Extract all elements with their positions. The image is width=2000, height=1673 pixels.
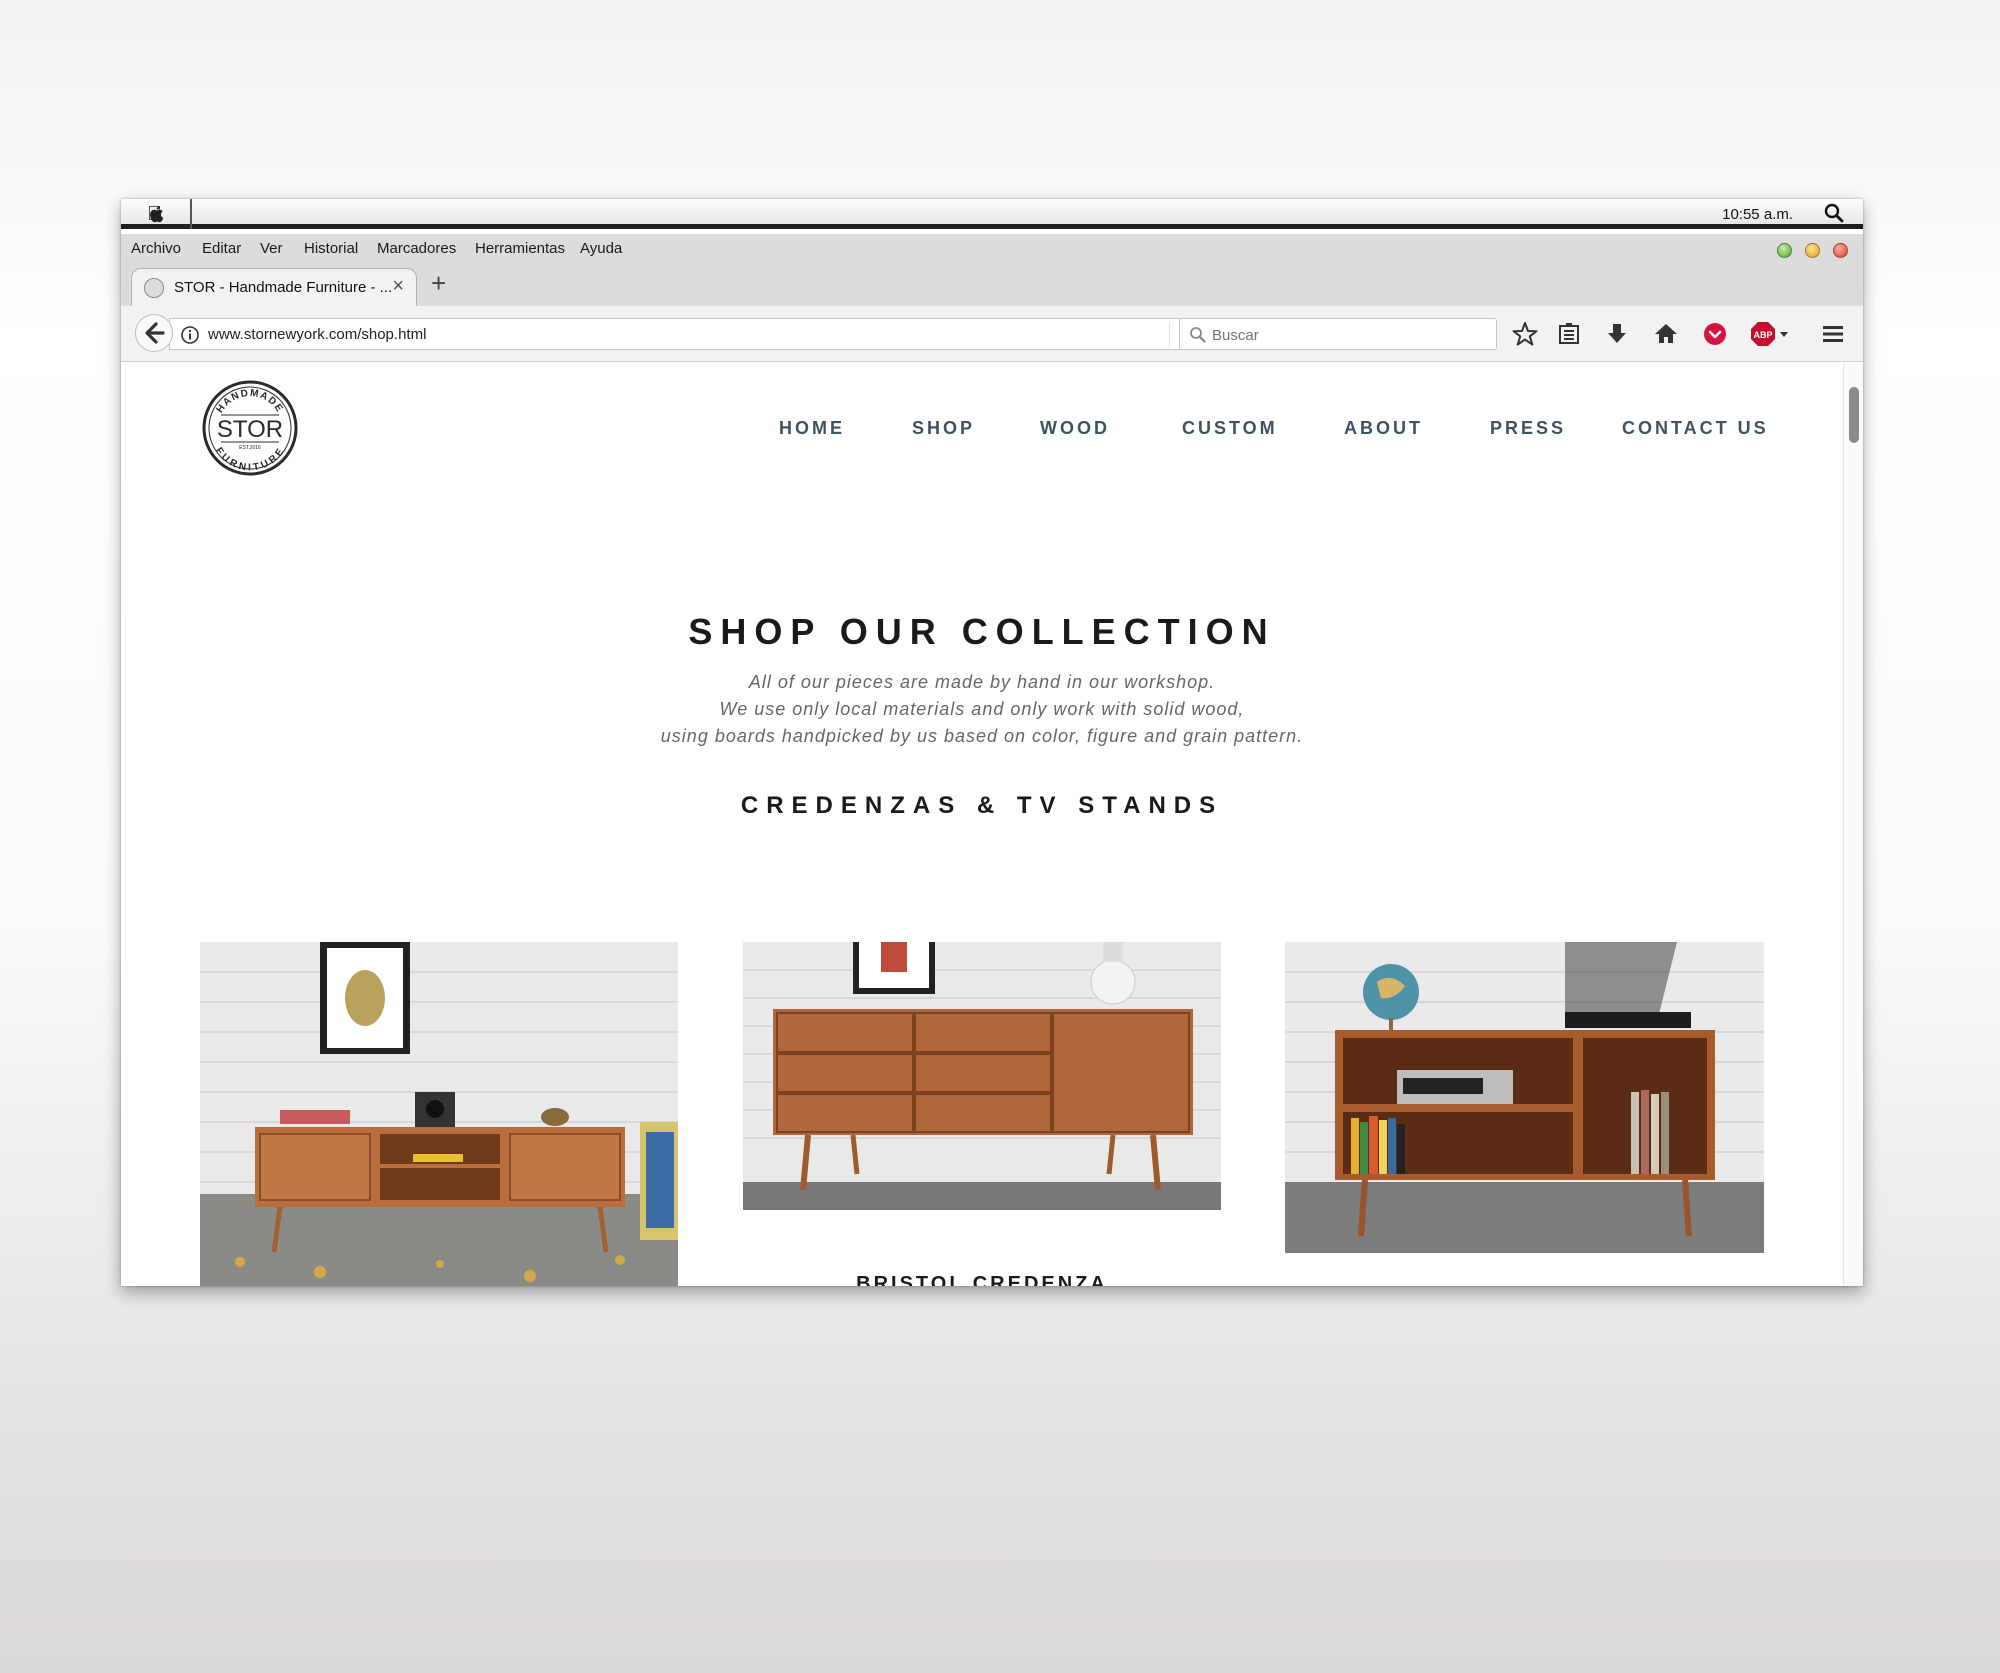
- search-icon: [1190, 327, 1206, 343]
- logo-est: EST.2016: [239, 445, 261, 451]
- page-title: SHOP OUR COLLECTION: [688, 611, 1276, 652]
- menu-herramientas[interactable]: Herramientas: [475, 240, 565, 257]
- app-menubar: Archivo Editar Ver Historial Marcadores …: [121, 234, 1863, 264]
- navigation-toolbar: www.stornewyork.com/shop.html Buscar ABP: [121, 306, 1863, 362]
- nav-about[interactable]: ABOUT: [1344, 418, 1423, 439]
- menu-marcadores[interactable]: Marcadores: [377, 240, 456, 257]
- product-name[interactable]: BRISTOL CREDENZA: [121, 1273, 1843, 1286]
- nav-contact-us[interactable]: CONTACT US: [1622, 418, 1769, 439]
- bristol-credenza-photo: [743, 942, 1221, 1210]
- tab-strip: STOR - Handmade Furniture - ... × +: [121, 264, 1863, 306]
- tagline-line-1: All of our pieces are made by hand in ou…: [748, 672, 1216, 692]
- menu-editar[interactable]: Editar: [202, 240, 241, 257]
- nav-press[interactable]: PRESS: [1490, 418, 1566, 439]
- section-title: CREDENZAS & TV STANDS: [740, 792, 1224, 819]
- tagline-line-2: We use only local materials and only wor…: [719, 699, 1245, 719]
- browser-window:  10:55 a.m. Archivo Editar Ver Historia…: [121, 199, 1863, 1286]
- home-icon[interactable]: [1652, 320, 1680, 348]
- search-bar[interactable]: [1179, 318, 1497, 350]
- page-scrollbar[interactable]: [1843, 363, 1863, 1286]
- url-divider: [1169, 323, 1170, 347]
- product-image-tv-stand[interactable]: [200, 942, 678, 1286]
- tab-active[interactable]: STOR - Handmade Furniture - ... ×: [131, 268, 417, 306]
- hamburger-menu-icon[interactable]: [1819, 320, 1847, 348]
- nav-wood[interactable]: WOOD: [1040, 418, 1110, 439]
- os-menubar:  10:55 a.m.: [121, 199, 1863, 229]
- stor-logo[interactable]: HANDMADE FURNITURE STOR EST.2016: [201, 379, 299, 477]
- nav-shop[interactable]: SHOP: [912, 418, 975, 439]
- clock: 10:55 a.m.: [1722, 206, 1793, 223]
- reading-list-icon[interactable]: [1555, 320, 1583, 348]
- pocket-icon[interactable]: [1701, 320, 1729, 348]
- url-bar[interactable]: www.stornewyork.com/shop.html: [169, 318, 1211, 350]
- nav-home[interactable]: HOME: [779, 418, 845, 439]
- tab-title: STOR - Handmade Furniture - ...: [174, 279, 393, 296]
- product-image-bristol-credenza[interactable]: [743, 942, 1221, 1210]
- adblock-plus-icon[interactable]: ABP: [1749, 320, 1791, 348]
- apple-logo-icon: [150, 206, 164, 223]
- tagline-line-3: using boards handpicked by us based on c…: [660, 726, 1304, 746]
- site-info-icon[interactable]: [180, 325, 200, 345]
- download-icon[interactable]: [1603, 320, 1631, 348]
- logo-name: STOR: [217, 416, 283, 443]
- nav-custom[interactable]: CUSTOM: [1182, 418, 1278, 439]
- spotlight-search-icon[interactable]: [1823, 202, 1845, 224]
- menu-historial[interactable]: Historial: [304, 240, 358, 257]
- search-input[interactable]: [1212, 323, 1482, 347]
- bookmark-star-icon[interactable]: [1511, 320, 1539, 348]
- web-page: HANDMADE FURNITURE STOR EST.2016 HOME SH…: [121, 363, 1843, 1286]
- scrollbar-thumb[interactable]: [1849, 387, 1859, 443]
- product-image-record-console[interactable]: [1285, 942, 1764, 1253]
- favicon-icon: [144, 278, 164, 298]
- url-text: www.stornewyork.com/shop.html: [208, 326, 427, 343]
- menu-ayuda[interactable]: Ayuda: [580, 240, 622, 257]
- close-window-button[interactable]: [1833, 243, 1848, 258]
- tv-stand-photo: [200, 942, 678, 1286]
- close-tab-icon[interactable]: ×: [392, 275, 404, 298]
- maximize-button[interactable]: [1777, 243, 1792, 258]
- back-arrow-icon: [145, 322, 165, 344]
- minimize-button[interactable]: [1805, 243, 1820, 258]
- menu-ver[interactable]: Ver: [260, 240, 283, 257]
- record-console-photo: [1285, 942, 1764, 1253]
- back-button[interactable]: [135, 314, 173, 352]
- new-tab-button[interactable]: +: [431, 268, 446, 299]
- menu-archivo[interactable]: Archivo: [131, 240, 181, 257]
- menubar-divider: [190, 199, 192, 229]
- svg-text:ABP: ABP: [1753, 330, 1772, 340]
